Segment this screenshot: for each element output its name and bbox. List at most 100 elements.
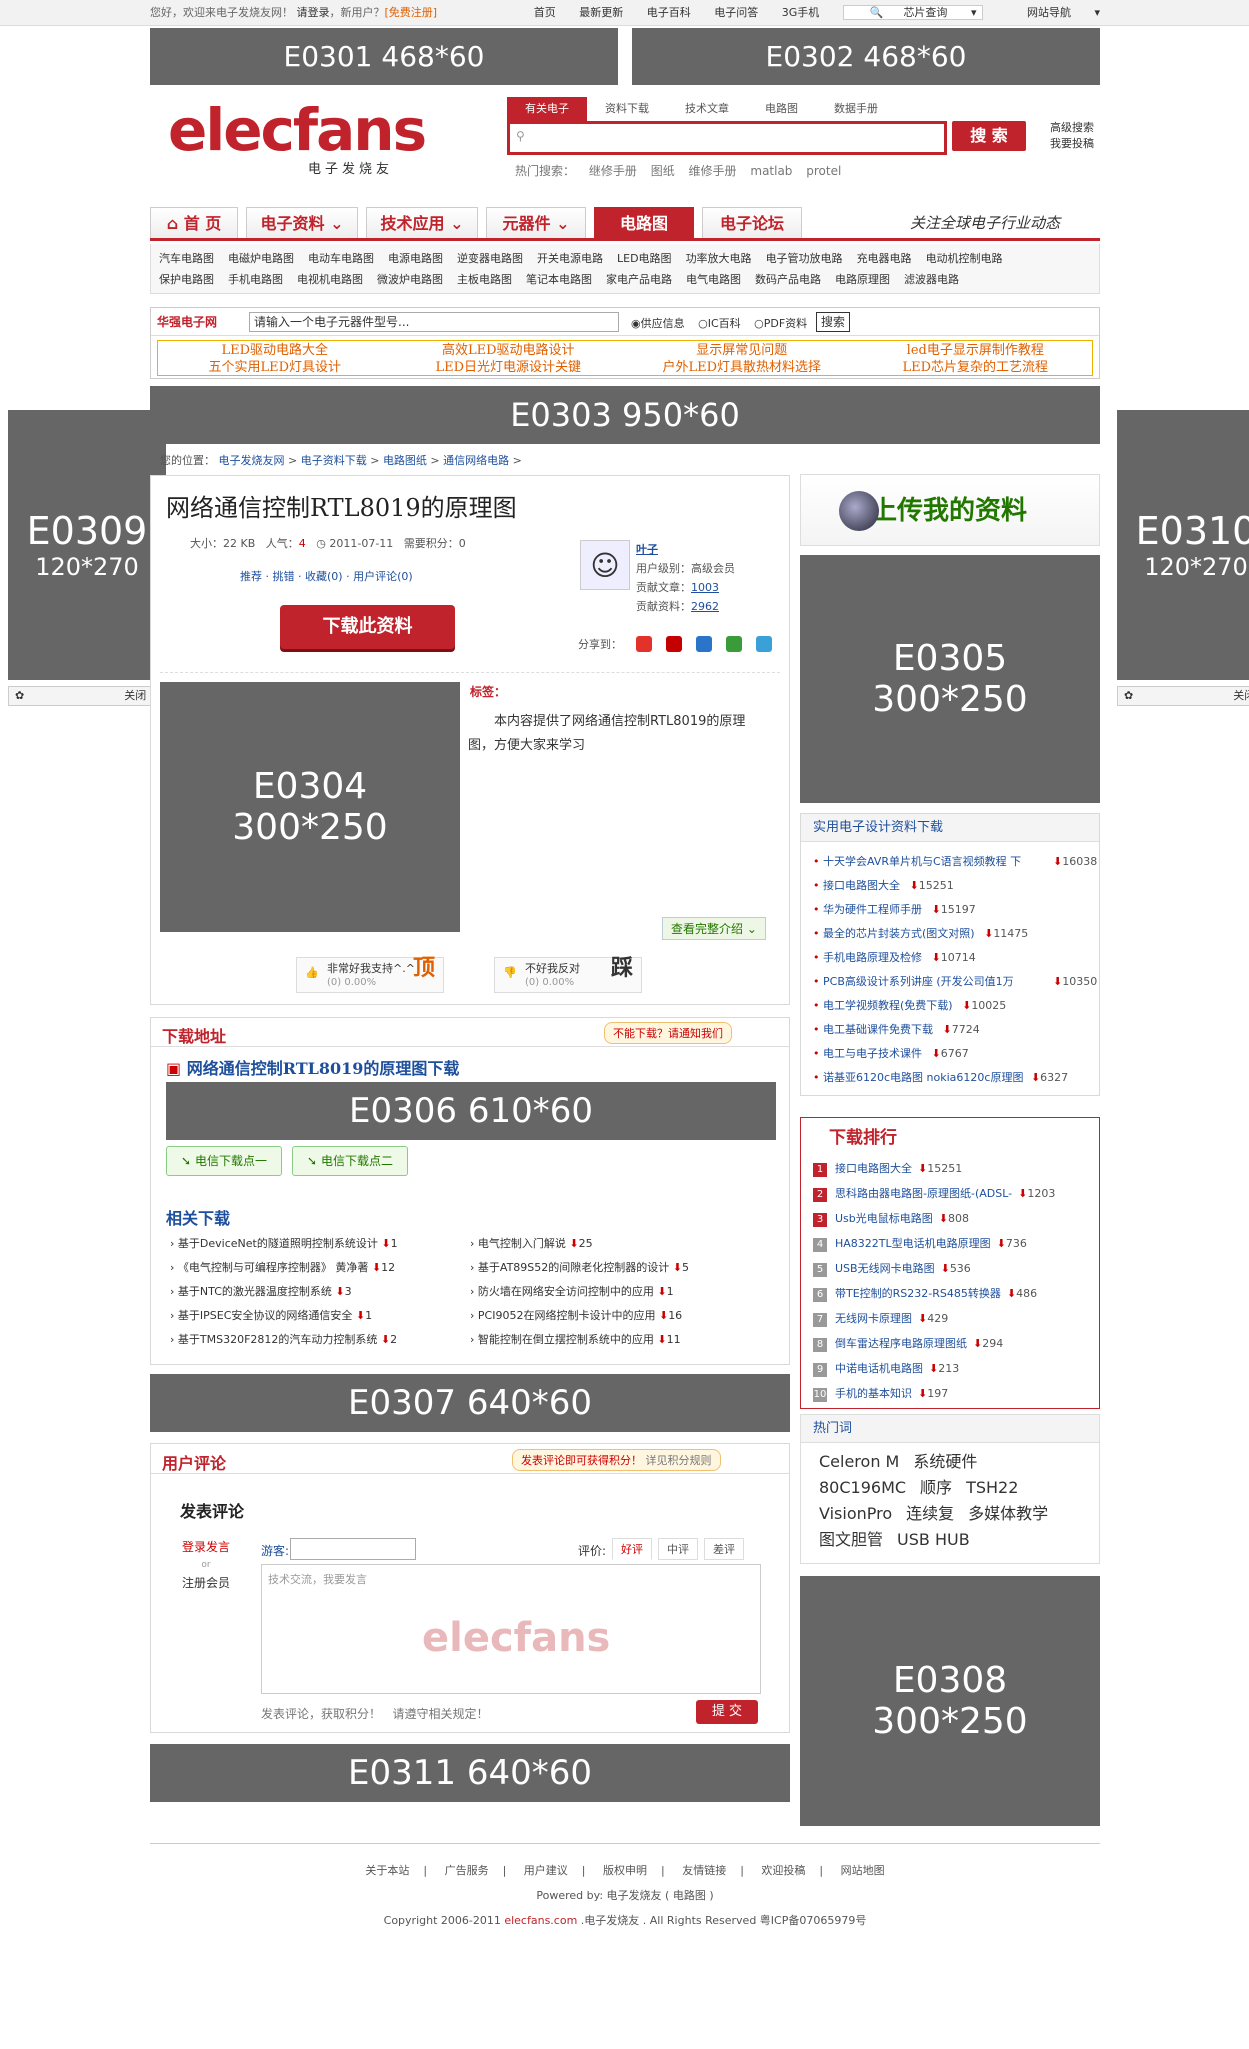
- search-tab-articles[interactable]: 技术文章: [667, 97, 747, 121]
- list-item[interactable]: 8 倒车雷达程序电路原理图纸 ⬇294: [813, 1331, 1099, 1356]
- footer-link[interactable]: 版权申明: [603, 1864, 647, 1877]
- site-logo[interactable]: elecfans 电子发烧友: [168, 100, 427, 180]
- sublink[interactable]: 保护电路图: [159, 269, 214, 290]
- led-link[interactable]: 显示屏常见问题: [625, 342, 859, 359]
- list-item[interactable]: › 基于AT89S52的间隙老化控制器的设计 ⬇5: [470, 1256, 760, 1280]
- submit-comment-button[interactable]: 提 交: [696, 1700, 758, 1724]
- nav-latest[interactable]: 最新更新: [579, 6, 623, 19]
- list-item[interactable]: • 电工基础课件免费下载 ⬇7724: [813, 1018, 1099, 1042]
- footer-link[interactable]: 欢迎投稿: [761, 1864, 805, 1877]
- ad-e0303[interactable]: E0303 950*60: [150, 386, 1100, 444]
- list-item[interactable]: 9 中诺电话机电路图 ⬇213: [813, 1356, 1099, 1381]
- led-link[interactable]: 高效LED驱动电路设计: [392, 342, 626, 359]
- sublink[interactable]: 逆变器电路图: [457, 248, 523, 269]
- nav-tab-circuits[interactable]: 电路图: [594, 207, 694, 238]
- list-item[interactable]: 1 接口电路图大全 ⬇15251: [813, 1156, 1099, 1181]
- sublink[interactable]: 电动机控制电路: [926, 248, 1003, 269]
- search-tab-datasheets[interactable]: 数据手册: [816, 97, 896, 121]
- sublink[interactable]: 开关电源电路: [537, 248, 603, 269]
- list-item[interactable]: 7 无线网卡原理图 ⬇429: [813, 1306, 1099, 1331]
- sublink[interactable]: 家电产品电路: [606, 269, 672, 290]
- nav-tab-forum[interactable]: 电子论坛: [702, 207, 802, 238]
- footer-link[interactable]: 网站地图: [841, 1864, 885, 1877]
- comment-points-notice[interactable]: 发表评论即可获得积分！ 详见积分规则: [512, 1449, 721, 1471]
- hot-word[interactable]: 80C196MC: [819, 1478, 906, 1497]
- user-articles-count[interactable]: 1003: [691, 581, 719, 594]
- list-item[interactable]: • 电工学视频教程(免费下载) ⬇10025: [813, 994, 1099, 1018]
- list-item[interactable]: 5 USB无线网卡电路图 ⬇536: [813, 1256, 1099, 1281]
- sublink[interactable]: 电视机电路图: [297, 269, 363, 290]
- ad-e0309[interactable]: E0309 120*270: [8, 410, 166, 680]
- sublink[interactable]: 微波炉电路图: [377, 269, 443, 290]
- hot-word[interactable]: Celeron M: [819, 1452, 899, 1471]
- points-rules-link[interactable]: 详见积分规则: [646, 1454, 712, 1467]
- guest-name-input[interactable]: [290, 1538, 416, 1560]
- user-comments-link[interactable]: 用户评论(0): [353, 570, 413, 583]
- hot-word[interactable]: 系统硬件: [913, 1452, 977, 1471]
- sublink[interactable]: 电子管功放电路: [766, 248, 843, 269]
- led-link[interactable]: 户外LED灯具散热材料选择: [625, 359, 859, 376]
- list-item[interactable]: • PCB高级设计系列讲座 (开发公司值1万 ⬇10350: [813, 970, 1099, 994]
- option-pdf[interactable]: ○PDF资料: [754, 317, 807, 330]
- footer-link[interactable]: 用户建议: [524, 1864, 568, 1877]
- breadcrumb-item[interactable]: 电子发烧友网: [219, 454, 285, 467]
- site-nav-dropdown[interactable]: 网站导航 ▾: [1007, 6, 1100, 19]
- list-item[interactable]: • 手机电路原理及检修 ⬇10714: [813, 946, 1099, 970]
- hqew-search-button[interactable]: 搜索: [816, 312, 851, 332]
- submit-article-link[interactable]: 我要投稿: [1050, 136, 1094, 152]
- nav-tab-tech[interactable]: 技术应用 ⌄: [366, 207, 478, 238]
- cannot-download-notice[interactable]: 不能下载？请通知我们: [604, 1022, 732, 1044]
- hot-search-item[interactable]: 维修手册: [689, 164, 737, 178]
- sublink[interactable]: 电磁炉电路图: [228, 248, 294, 269]
- option-supply[interactable]: ◉供应信息: [631, 317, 685, 330]
- ad-e0301[interactable]: E0301 468*60: [150, 28, 618, 85]
- hot-search-item[interactable]: matlab: [750, 164, 792, 178]
- weibo-icon[interactable]: [636, 636, 652, 652]
- sublink[interactable]: 滤波器电路: [904, 269, 959, 290]
- nav-tab-materials[interactable]: 电子资料 ⌄: [246, 207, 358, 238]
- sublink[interactable]: 电气电路图: [686, 269, 741, 290]
- ad-e0304[interactable]: E0304 300*250: [160, 682, 460, 932]
- hot-word[interactable]: TSH22: [966, 1478, 1018, 1497]
- nav-tab-home[interactable]: ⌂ 首 页: [150, 207, 238, 238]
- list-item[interactable]: 3 Usb光电鼠标电路图 ⬇808: [813, 1206, 1099, 1231]
- hqew-logo[interactable]: 华强电子网: [157, 313, 217, 330]
- download-point-1-button[interactable]: ➘ 电信下载点一: [166, 1146, 282, 1176]
- close-side-ad-button[interactable]: 关闭 ✕: [1233, 689, 1249, 702]
- login-link[interactable]: 请登录: [297, 6, 330, 19]
- list-item[interactable]: • 诺基亚6120c电路图 nokia6120c原理图 ⬇6327: [813, 1066, 1099, 1090]
- sublink[interactable]: 主板电路图: [457, 269, 512, 290]
- register-member-link[interactable]: 注册会员: [182, 1574, 230, 1592]
- search-tab-all[interactable]: 有关电子: [507, 97, 587, 121]
- douban-icon[interactable]: [726, 636, 742, 652]
- sublink[interactable]: 电路原理图: [835, 269, 890, 290]
- rating-neutral[interactable]: 中评: [658, 1538, 698, 1560]
- rating-bad[interactable]: 差评: [704, 1538, 744, 1560]
- footer-site-link[interactable]: elecfans.com: [504, 1914, 577, 1927]
- hot-search-item[interactable]: 图纸: [651, 164, 675, 178]
- ad-e0311[interactable]: E0311 640*60: [150, 1744, 790, 1802]
- list-item[interactable]: 10 手机的基本知识 ⬇197: [813, 1381, 1099, 1406]
- sublink[interactable]: 数码产品电路: [755, 269, 821, 290]
- nav-tab-components[interactable]: 元器件 ⌄: [486, 207, 586, 238]
- breadcrumb-item[interactable]: 电路图纸: [383, 454, 427, 467]
- led-link[interactable]: led电子显示屏制作教程: [859, 342, 1093, 359]
- footer-link[interactable]: 关于本站: [365, 1864, 409, 1877]
- hot-word[interactable]: 图文胆管: [819, 1530, 883, 1549]
- ad-e0305[interactable]: E0305 300*250: [800, 555, 1100, 803]
- ad-e0306[interactable]: E0306 610*60: [166, 1082, 776, 1140]
- list-item[interactable]: 4 HA8322TL型电话机电路原理图 ⬇736: [813, 1231, 1099, 1256]
- search-tab-circuits[interactable]: 电路图: [747, 97, 816, 121]
- ad-e0310[interactable]: E0310 120*270: [1117, 410, 1249, 680]
- list-item[interactable]: › 《电气控制与可编程序控制器》 黄净著 ⬇12: [170, 1256, 460, 1280]
- sublink[interactable]: 手机电路图: [228, 269, 283, 290]
- kaixin-icon[interactable]: [666, 636, 682, 652]
- renren-icon[interactable]: [696, 636, 712, 652]
- recommend-link[interactable]: 推荐: [240, 570, 262, 583]
- nav-wiki[interactable]: 电子百科: [647, 6, 691, 19]
- nav-3g[interactable]: 3G手机: [782, 6, 820, 19]
- search-input[interactable]: ⚲: [507, 121, 947, 155]
- search-button[interactable]: 搜 索: [952, 121, 1026, 151]
- list-item[interactable]: • 最全的芯片封装方式(图文对照) ⬇11475: [813, 922, 1099, 946]
- list-item[interactable]: › 智能控制在倒立摆控制系统中的应用 ⬇11: [470, 1328, 760, 1352]
